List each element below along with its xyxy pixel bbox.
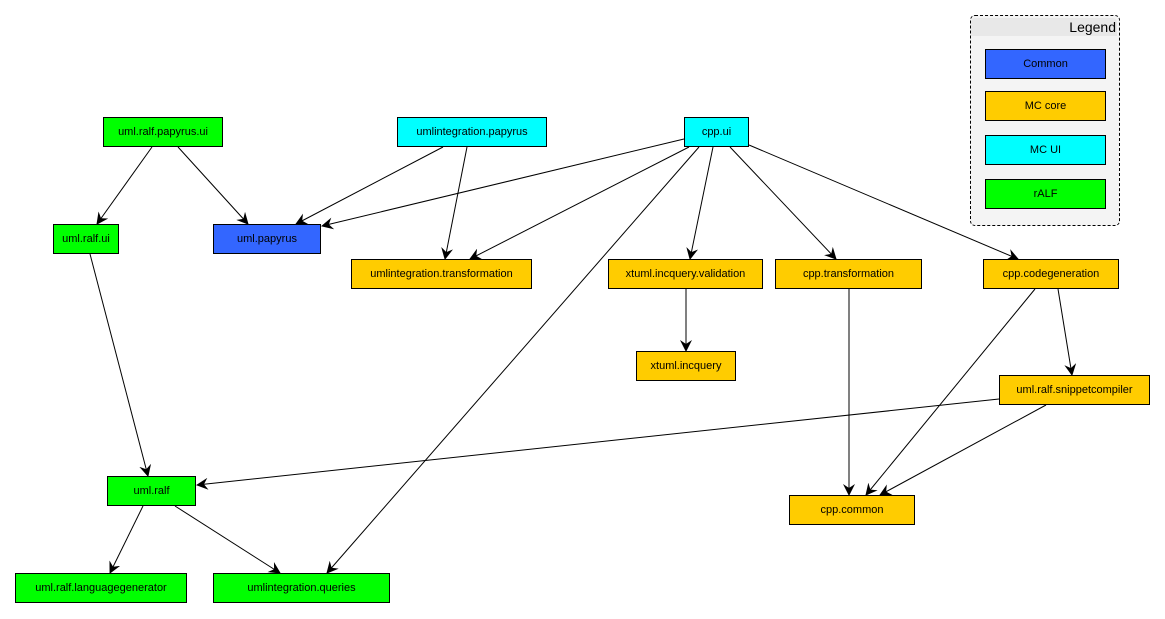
node-label: uml.ralf.ui: [62, 233, 110, 245]
edge-umlintegration-papyrus-to-uml-papyrus: [295, 146, 444, 225]
edge-cpp-ui-to-cpp-transformation: [729, 146, 837, 260]
edge-uml-ralf-to-uml-ralf-languagegenerator: [109, 505, 144, 574]
node-cpp-ui[interactable]: cpp.ui: [684, 117, 749, 147]
edge-uml-ralf-snippetcompiler-to-cpp-common: [879, 404, 1047, 496]
node-umlintegration-transformation[interactable]: umlintegration.transformation: [351, 259, 532, 289]
legend-title: Legend: [971, 18, 1117, 36]
node-label: uml.ralf.languagegenerator: [35, 582, 167, 594]
legend-item-ralf: rALF: [985, 179, 1106, 209]
node-label: cpp.common: [820, 504, 884, 516]
edge-uml-ralf-papyrus-ui-to-uml-papyrus: [177, 146, 249, 225]
node-label: cpp.transformation: [802, 268, 895, 280]
node-label: umlintegration.transformation: [370, 268, 513, 280]
legend-item-label: MC core: [1024, 100, 1067, 112]
node-umlintegration-queries[interactable]: umlintegration.queries: [213, 573, 390, 603]
edge-uml-ralf-ui-to-uml-ralf: [89, 253, 152, 477]
legend: Legend Common MC core MC UI rALF: [970, 15, 1120, 226]
node-xtuml-incquery[interactable]: xtuml.incquery: [636, 351, 736, 381]
node-uml-ralf-ui[interactable]: uml.ralf.ui: [53, 224, 119, 254]
legend-item-mc-ui: MC UI: [985, 135, 1106, 165]
node-cpp-common[interactable]: cpp.common: [789, 495, 915, 525]
node-label: uml.ralf.papyrus.ui: [118, 126, 208, 138]
edge-uml-ralf-snippetcompiler-to-uml-ralf: [196, 398, 1000, 490]
node-label: xtuml.incquery: [650, 360, 722, 372]
edge-uml-ralf-to-umlintegration-queries: [174, 505, 281, 574]
node-cpp-transformation[interactable]: cpp.transformation: [775, 259, 922, 289]
node-label: umlintegration.queries: [247, 582, 356, 594]
node-label: cpp.codegeneration: [1002, 268, 1100, 280]
node-uml-ralf[interactable]: uml.ralf: [107, 476, 196, 506]
node-label: uml.ralf: [133, 485, 170, 497]
node-uml-papyrus[interactable]: uml.papyrus: [213, 224, 321, 254]
node-xtuml-incquery-validation[interactable]: xtuml.incquery.validation: [608, 259, 763, 289]
legend-item-mc-core: MC core: [985, 91, 1106, 121]
node-uml-ralf-snippetcompiler[interactable]: uml.ralf.snippetcompiler: [999, 375, 1150, 405]
node-uml-ralf-languagegenerator[interactable]: uml.ralf.languagegenerator: [15, 573, 187, 603]
node-label: uml.papyrus: [237, 233, 297, 245]
edge-uml-ralf-papyrus-ui-to-uml-ralf-ui: [96, 146, 153, 225]
legend-item-label: Common: [1023, 58, 1068, 70]
node-label: uml.ralf.snippetcompiler: [1016, 384, 1133, 396]
node-cpp-codegeneration[interactable]: cpp.codegeneration: [983, 259, 1119, 289]
node-label: xtuml.incquery.validation: [625, 268, 746, 280]
legend-item-label: rALF: [1033, 188, 1058, 200]
legend-item-label: MC UI: [1029, 144, 1062, 156]
node-uml-ralf-papyrus-ui[interactable]: uml.ralf.papyrus.ui: [103, 117, 223, 147]
legend-item-common: Common: [985, 49, 1106, 79]
node-label: cpp.ui: [701, 126, 732, 138]
node-umlintegration-papyrus[interactable]: umlintegration.papyrus: [397, 117, 547, 147]
edge-cpp-codegeneration-to-uml-ralf-snippetcompiler: [1057, 288, 1077, 376]
node-label: umlintegration.papyrus: [416, 126, 528, 138]
edge-umlintegration-papyrus-to-umlintegration-transformation: [441, 146, 468, 260]
edge-cpp-ui-to-xtuml-incquery-validation: [686, 146, 714, 260]
